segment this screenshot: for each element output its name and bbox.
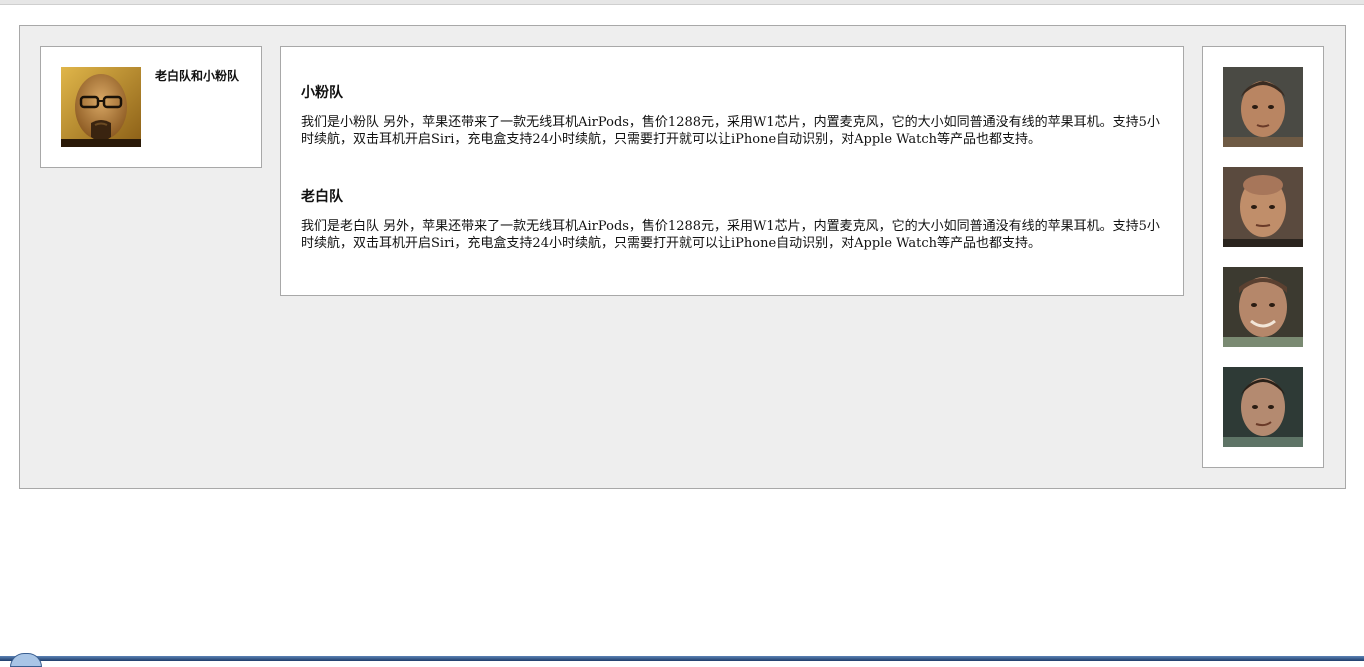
page-container: 老白队和小粉队 小粉队 我们是小粉队 另外，苹果还带来了一款无线耳机AirPod… [19,25,1346,489]
article-heading: 老白队 [301,189,343,205]
profile-avatar-icon[interactable] [61,67,141,147]
article-white-team: 老白队 我们是老白队 另外，苹果还带来了一款无线耳机AirPods，售价1288… [301,188,1163,252]
short-hair-man-portrait-icon[interactable] [1223,67,1303,147]
thumbnail-column [1202,46,1324,468]
article-body: 我们是小粉队 另外，苹果还带来了一款无线耳机AirPods，售价1288元，采用… [301,115,1160,147]
slick-hair-man-portrait-icon[interactable] [1223,367,1303,447]
smiling-man-portrait-icon[interactable] [1223,267,1303,347]
content-panel: 小粉队 我们是小粉队 另外，苹果还带来了一款无线耳机AirPods，售价1288… [280,46,1184,296]
taskbar [0,656,1364,661]
browser-top-edge [0,0,1364,5]
bald-man-portrait-icon[interactable] [1223,167,1303,247]
article-pink-team: 小粉队 我们是小粉队 另外，苹果还带来了一款无线耳机AirPods，售价1288… [301,84,1163,148]
article-body: 我们是老白队 另外，苹果还带来了一款无线耳机AirPods，售价1288元，采用… [301,219,1160,251]
profile-title: 老白队和小粉队 [155,69,240,83]
article-heading: 小粉队 [301,85,343,101]
profile-card: 老白队和小粉队 [40,46,262,168]
